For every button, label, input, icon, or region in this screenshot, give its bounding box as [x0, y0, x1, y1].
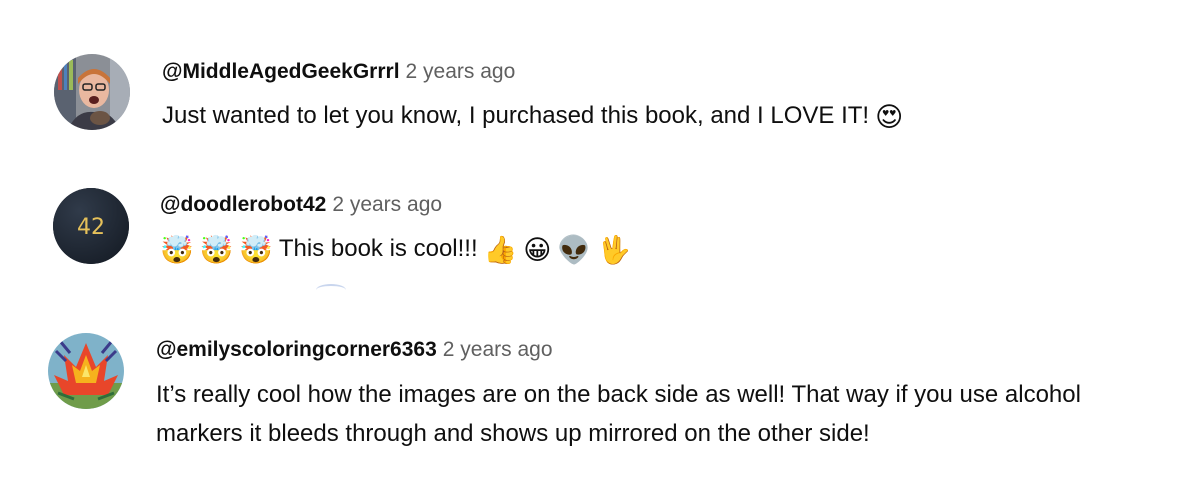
avatar-number-badge: 42 [53, 188, 129, 264]
alien-emoji-icon: 👽 [557, 235, 592, 265]
comment-timestamp[interactable]: 2 years ago [332, 193, 442, 216]
comment-text: Just wanted to let you know, I purchased… [162, 96, 1172, 135]
comment-text: It’s really cool how the images are on t… [156, 375, 1166, 453]
avatar[interactable] [54, 54, 130, 130]
comment-body: Just wanted to let you know, I purchased… [162, 102, 870, 129]
grinning-face-emoji-icon: 😀 [523, 235, 552, 265]
avatar[interactable] [48, 333, 124, 409]
avatar-artwork [48, 333, 124, 409]
heart-eyes-emoji-icon: 😍 [875, 102, 904, 132]
loading-spinner-icon [316, 284, 346, 296]
thumbs-up-emoji-icon: 👍 [483, 235, 518, 265]
exploding-head-emoji-icon: 🤯 [239, 235, 273, 265]
comment-meta: @MiddleAgedGeekGrrrl 2 years ago [162, 58, 515, 86]
exploding-head-emoji-icon: 🤯 [199, 235, 234, 265]
avatar[interactable]: 42 [53, 188, 129, 264]
comment-author[interactable]: @emilyscoloringcorner6363 [156, 338, 437, 361]
avatar-photo [54, 54, 130, 130]
comment-body: It’s really cool how the images are on t… [156, 381, 1081, 447]
comment-author[interactable]: @doodlerobot42 [160, 193, 326, 216]
comment-meta: @doodlerobot42 2 years ago [160, 191, 442, 219]
comment-author[interactable]: @MiddleAgedGeekGrrrl [162, 60, 400, 83]
comment-text: 🤯 🤯 🤯 This book is cool!!! 👍 😀 👽 🖖 [160, 229, 1170, 268]
vulcan-salute-emoji-icon: 🖖 [597, 235, 631, 265]
comment-meta: @emilyscoloringcorner6363 2 years ago [156, 336, 553, 364]
comment-timestamp[interactable]: 2 years ago [443, 338, 553, 361]
avatar-number: 42 [77, 215, 105, 240]
comment-timestamp[interactable]: 2 years ago [406, 60, 516, 83]
comment-body: This book is cool!!! [278, 235, 478, 262]
exploding-head-emoji-icon: 🤯 [160, 235, 194, 265]
